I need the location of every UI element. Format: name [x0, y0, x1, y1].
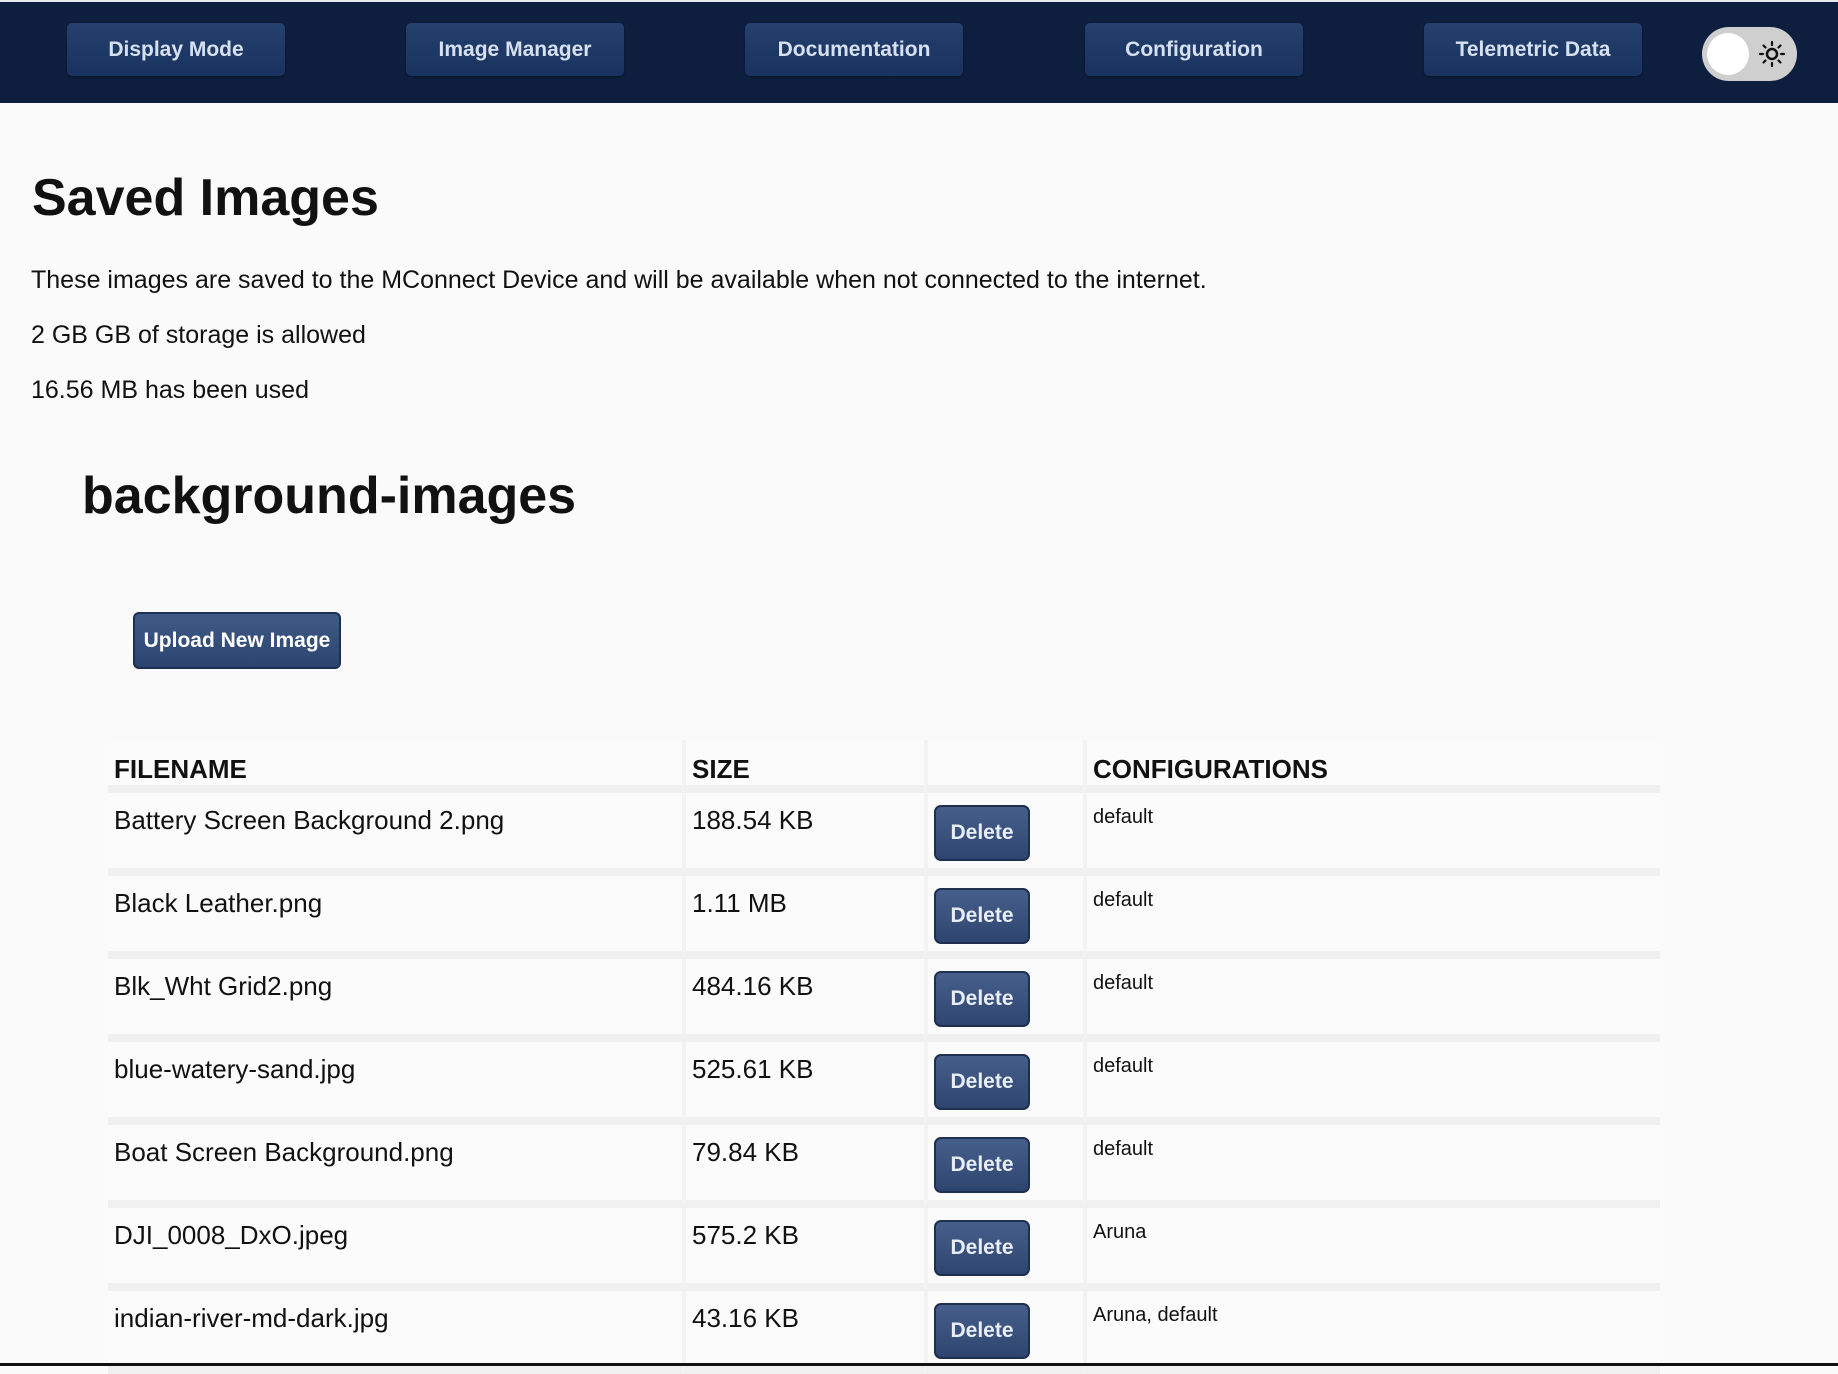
- toggle-knob: [1707, 33, 1749, 75]
- filename-cell: DJI_0008_DxO.jpeg: [108, 1208, 682, 1291]
- action-cell: Delete: [924, 1042, 1083, 1125]
- size-cell: 525.61 KB: [682, 1042, 924, 1125]
- delete-button[interactable]: Delete: [934, 805, 1030, 861]
- size-cell: 575.2 KB: [682, 1208, 924, 1291]
- size-cell: 79.84 KB: [682, 1125, 924, 1208]
- action-cell: Delete: [924, 876, 1083, 959]
- configurations-cell: Aruna, default: [1083, 1291, 1660, 1374]
- delete-button[interactable]: Delete: [934, 1137, 1030, 1193]
- size-cell: 484.16 KB: [682, 959, 924, 1042]
- top-nav: Display Mode Image Manager Documentation…: [0, 2, 1838, 103]
- action-cell: Delete: [924, 793, 1083, 876]
- storage-used: 16.56 MB has been used: [31, 376, 309, 404]
- table-row: blue-watery-sand.jpg 525.61 KB Delete defau…: [108, 1042, 1660, 1125]
- nav-configuration[interactable]: Configuration: [1085, 23, 1303, 76]
- images-table: FILENAME SIZE CONFIGURATIONS Battery Scr…: [108, 740, 1660, 1374]
- delete-button[interactable]: Delete: [934, 1054, 1030, 1110]
- table-row: Black Leather.png 1.11 MB Delete default: [108, 876, 1660, 959]
- configurations-cell: default: [1083, 959, 1660, 1042]
- filename-cell: blue-watery-sand.jpg: [108, 1042, 682, 1125]
- table-row: DJI_0008_DxO.jpeg 575.2 KB Delete Aruna: [108, 1208, 1660, 1291]
- action-cell: Delete: [924, 959, 1083, 1042]
- configurations-cell: default: [1083, 1042, 1660, 1125]
- page-description: These images are saved to the MConnect D…: [31, 266, 1207, 294]
- upload-new-image-button[interactable]: Upload New Image: [133, 612, 341, 669]
- table-row: indian-river-md-dark.jpg 43.16 KB Delete Ar…: [108, 1291, 1660, 1374]
- action-cell: Delete: [924, 1125, 1083, 1208]
- size-cell: 1.11 MB: [682, 876, 924, 959]
- sun-icon: [1758, 40, 1786, 68]
- delete-button[interactable]: Delete: [934, 888, 1030, 944]
- theme-toggle[interactable]: [1702, 27, 1797, 81]
- header-configurations: CONFIGURATIONS: [1083, 740, 1660, 793]
- section-title: background-images: [82, 467, 577, 525]
- filename-cell: Blk_Wht Grid2.png: [108, 959, 682, 1042]
- size-cell: 43.16 KB: [682, 1291, 924, 1374]
- filename-cell: Boat Screen Background.png: [108, 1125, 682, 1208]
- table-row: Battery Screen Background 2.png 188.54 KB…: [108, 793, 1660, 876]
- action-cell: Delete: [924, 1208, 1083, 1291]
- filename-cell: Black Leather.png: [108, 876, 682, 959]
- nav-telemetric-data[interactable]: Telemetric Data: [1424, 23, 1642, 76]
- table-row: Boat Screen Background.png 79.84 KB Delete…: [108, 1125, 1660, 1208]
- configurations-cell: default: [1083, 793, 1660, 876]
- page-title: Saved Images: [32, 169, 379, 227]
- delete-button[interactable]: Delete: [934, 1303, 1030, 1359]
- configurations-cell: Aruna: [1083, 1208, 1660, 1291]
- delete-button[interactable]: Delete: [934, 971, 1030, 1027]
- table-row: Blk_Wht Grid2.png 484.16 KB Delete default: [108, 959, 1660, 1042]
- header-action: [924, 740, 1083, 793]
- header-filename: FILENAME: [108, 740, 682, 793]
- nav-display-mode[interactable]: Display Mode: [67, 23, 285, 76]
- header-size: SIZE: [682, 740, 924, 793]
- nav-image-manager[interactable]: Image Manager: [406, 23, 624, 76]
- size-cell: 188.54 KB: [682, 793, 924, 876]
- table-header-row: FILENAME SIZE CONFIGURATIONS: [108, 740, 1660, 793]
- nav-documentation[interactable]: Documentation: [745, 23, 963, 76]
- action-cell: Delete: [924, 1291, 1083, 1374]
- delete-button[interactable]: Delete: [934, 1220, 1030, 1276]
- filename-cell: Battery Screen Background 2.png: [108, 793, 682, 876]
- configurations-cell: default: [1083, 1125, 1660, 1208]
- filename-cell: indian-river-md-dark.jpg: [108, 1291, 682, 1374]
- configurations-cell: default: [1083, 876, 1660, 959]
- storage-allowed: 2 GB GB of storage is allowed: [31, 321, 366, 349]
